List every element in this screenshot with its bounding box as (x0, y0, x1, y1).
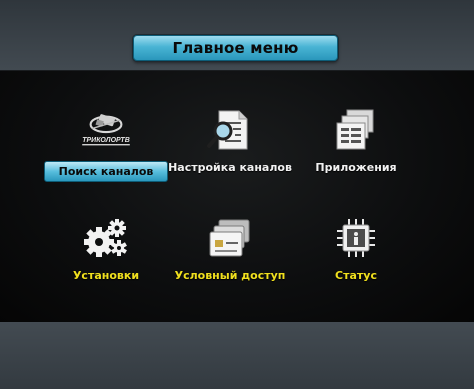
menu-item-settings[interactable]: Установки (36, 213, 176, 301)
menu-item-channel-search[interactable]: ТРИКОЛОРТВ Поиск каналов (36, 105, 176, 193)
main-menu-panel: ТРИКОЛОРТВ Поиск каналов Настройка канал… (0, 70, 474, 324)
menu-item-label: Приложения (315, 161, 397, 174)
bottom-band (0, 322, 474, 389)
tricolor-tv-logo-icon: ТРИКОЛОРТВ (78, 105, 134, 155)
smart-card-icon (202, 213, 258, 263)
menu-item-channel-settings[interactable]: Настройка каналов (160, 105, 300, 193)
menu-item-status[interactable]: Статус (286, 213, 426, 301)
menu-item-label: Установки (72, 269, 140, 282)
gears-icon (78, 213, 134, 263)
document-search-icon (202, 105, 258, 155)
page-title: Главное меню (172, 39, 299, 57)
menu-item-label: Статус (335, 269, 377, 282)
stacked-documents-icon (328, 105, 384, 155)
menu-item-applications[interactable]: Приложения (286, 105, 426, 193)
title-bar: Главное меню (133, 35, 338, 61)
tricolor-logo-text: ТРИКОЛОРТВ (82, 137, 130, 144)
menu-item-label: Поиск каналов (43, 161, 169, 182)
menu-item-label: Настройка каналов (168, 161, 292, 174)
menu-item-conditional-access[interactable]: Условный доступ (160, 213, 300, 301)
menu-item-label: Условный доступ (174, 269, 286, 282)
chip-info-icon (328, 213, 384, 263)
